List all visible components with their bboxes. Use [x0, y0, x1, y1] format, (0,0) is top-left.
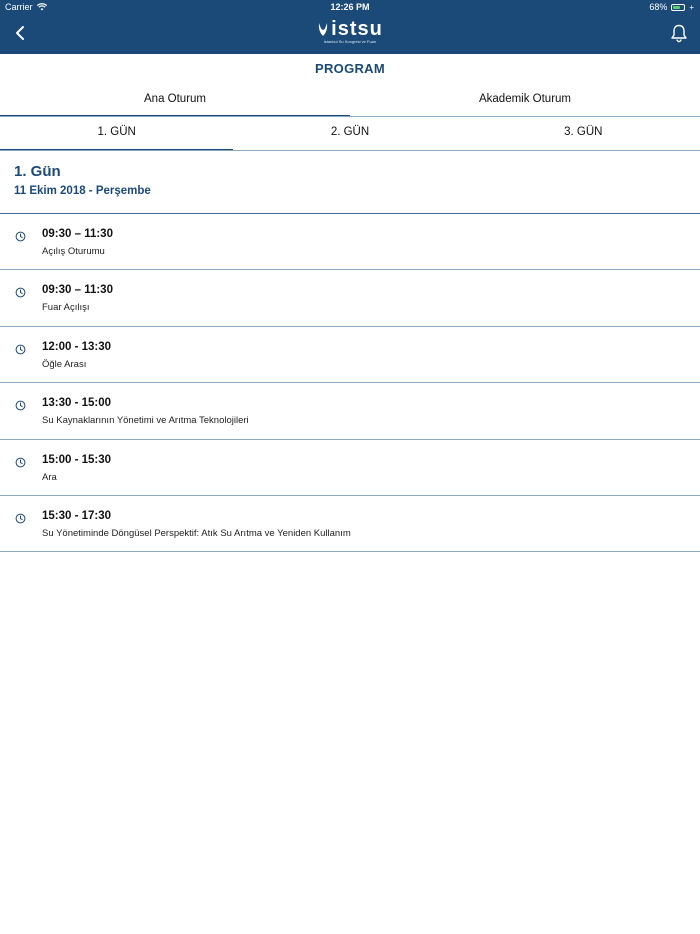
- clock-icon: [15, 457, 26, 467]
- page-title: PROGRAM: [315, 61, 385, 76]
- schedule-time: 09:30 – 11:30: [42, 228, 113, 240]
- battery-fill: [673, 5, 681, 9]
- status-time: 12:26 PM: [330, 2, 370, 12]
- schedule-item[interactable]: 13:30 - 15:00 Su Kaynaklarının Yönetimi …: [0, 383, 700, 440]
- bell-icon[interactable]: [669, 23, 689, 43]
- clock-icon: [15, 400, 26, 411]
- schedule-title: Ara: [42, 471, 57, 483]
- battery-percent: 68%: [649, 2, 668, 12]
- schedule-title: Öğle Arası: [42, 358, 87, 370]
- clock-icon: [15, 231, 26, 242]
- schedule-item[interactable]: 15:30 - 17:30 Su Yönetiminde Döngüsel Pe…: [0, 496, 700, 553]
- charging-icon: +: [689, 2, 694, 12]
- battery-icon: [671, 3, 686, 11]
- schedule-item[interactable]: 15:00 - 15:30 Ara: [0, 440, 700, 496]
- clock-icon: [15, 287, 26, 298]
- day-title: 1. Gün: [14, 163, 61, 180]
- battery-group: 68% +: [649, 2, 694, 12]
- schedule-time: 09:30 – 11:30: [42, 284, 113, 297]
- water-drop-logo-icon: [318, 23, 328, 36]
- app-logo: istsu İstanbul Su Kongresi ve Fuarı: [300, 19, 400, 49]
- tab-ana-oturum[interactable]: Ana Oturum: [0, 84, 350, 117]
- day-date: 11 Ekim 2018 - Perşembe: [14, 185, 151, 197]
- tab-akademik-oturum[interactable]: Akademik Oturum: [350, 84, 700, 117]
- logo-subtitle: İstanbul Su Kongresi ve Fuarı: [323, 39, 377, 44]
- status-bar: Carrier 12:26 PM 68% +: [0, 0, 700, 14]
- schedule-time: 15:30 - 17:30: [42, 509, 112, 522]
- session-tabs: Ana Oturum Akademik Oturum: [0, 84, 700, 117]
- schedule-title: Açılış Oturumu: [42, 246, 105, 257]
- day-header: 1. Gün 11 Ekim 2018 - Perşembe: [14, 163, 151, 197]
- schedule-title: Su Kaynaklarının Yönetimi ve Arıtma Tekn…: [42, 415, 249, 427]
- schedule-time: 15:00 - 15:30: [42, 453, 112, 466]
- schedule-title: Fuar Açılışı: [42, 302, 90, 314]
- tab-day-2[interactable]: 2. GÜN: [233, 117, 466, 151]
- top-bar: Carrier 12:26 PM 68% + istsu İstanbul Su…: [0, 0, 700, 54]
- schedule-list: 09:30 – 11:30 Açılış Oturumu 09:30 – 11:…: [0, 214, 700, 553]
- schedule-title: Su Yönetiminde Döngüsel Perspektif: Atık…: [42, 527, 351, 539]
- divider: [0, 150, 700, 151]
- schedule-item[interactable]: 09:30 – 11:30 Açılış Oturumu: [0, 214, 700, 271]
- schedule-time: 13:30 - 15:00: [42, 397, 112, 410]
- day-tabs: 1. GÜN 2. GÜN 3. GÜN: [0, 117, 700, 151]
- chevron-left-icon[interactable]: [10, 22, 32, 44]
- logo-text: istsu: [331, 18, 383, 40]
- schedule-item[interactable]: 09:30 – 11:30 Fuar Açılışı: [0, 270, 700, 327]
- schedule-item[interactable]: 12:00 - 13:30 Öğle Arası: [0, 327, 700, 384]
- tab-day-3[interactable]: 3. GÜN: [467, 117, 700, 151]
- schedule-time: 12:00 - 13:30: [42, 340, 112, 353]
- clock-icon: [15, 344, 26, 355]
- tab-day-1[interactable]: 1. GÜN: [0, 117, 234, 151]
- clock-icon: [15, 513, 26, 524]
